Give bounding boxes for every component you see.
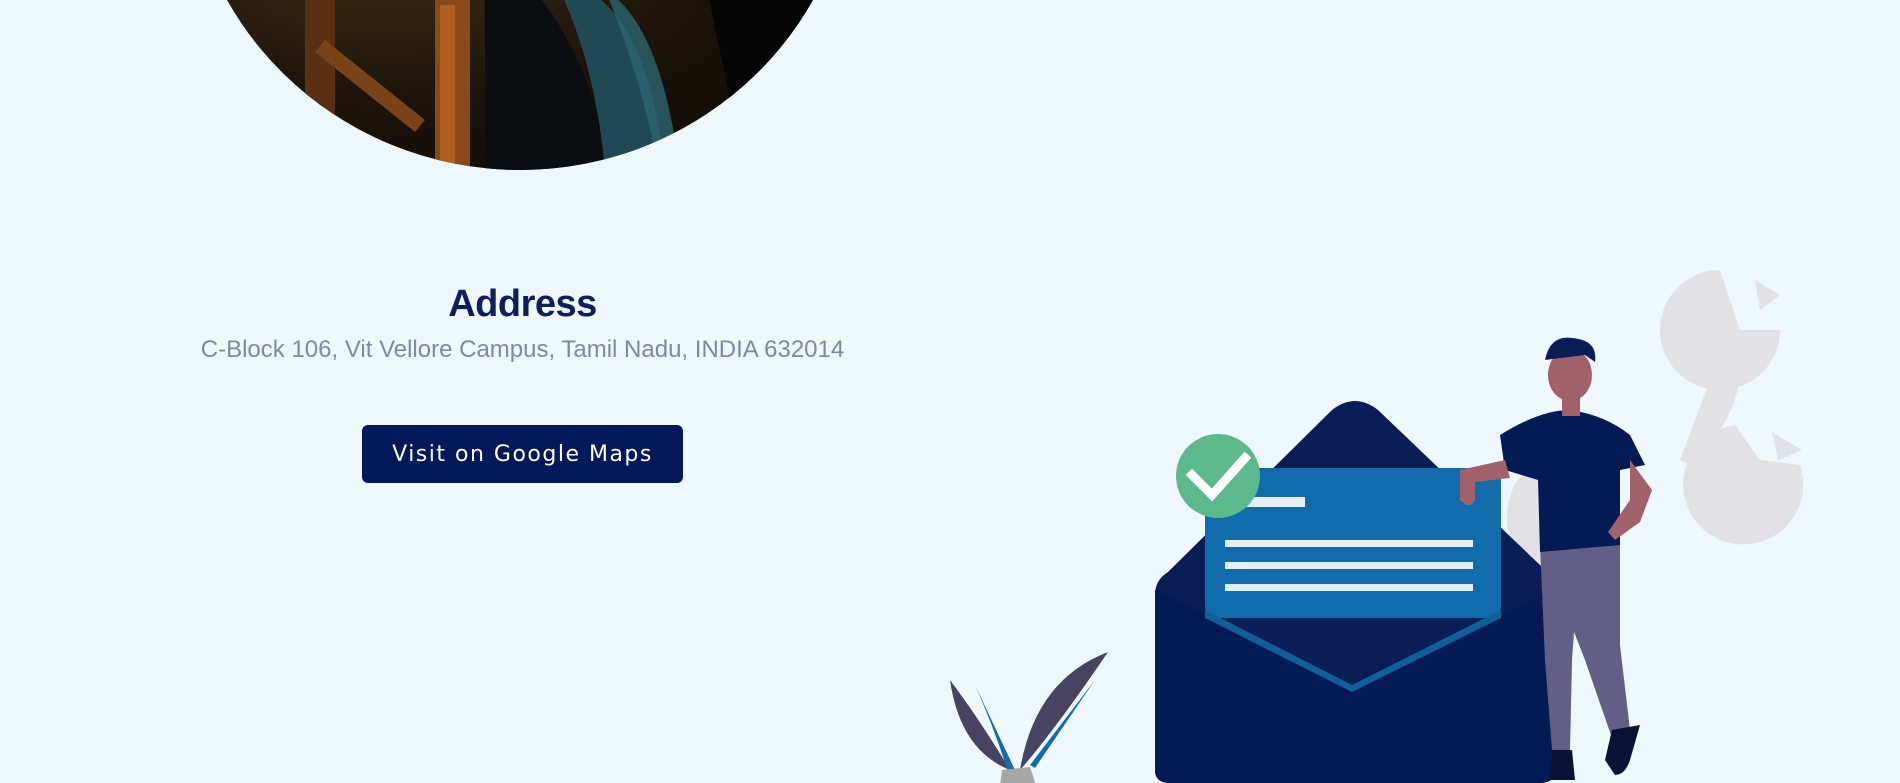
profile-photo: [185, 0, 855, 170]
address-block: Address C-Block 106, Vit Vellore Campus,…: [100, 283, 945, 364]
plant-decoration: [950, 652, 1108, 783]
check-circle-icon: [1176, 434, 1260, 518]
address-title: Address: [448, 283, 597, 325]
visit-google-maps-button[interactable]: Visit on Google Maps: [362, 425, 683, 483]
address-text: C-Block 106, Vit Vellore Campus, Tamil N…: [200, 336, 845, 363]
profile-photo-art: [305, 0, 855, 170]
contact-illustration: [950, 270, 1804, 783]
contact-section: Address C-Block 106, Vit Vellore Campus,…: [0, 0, 1900, 783]
